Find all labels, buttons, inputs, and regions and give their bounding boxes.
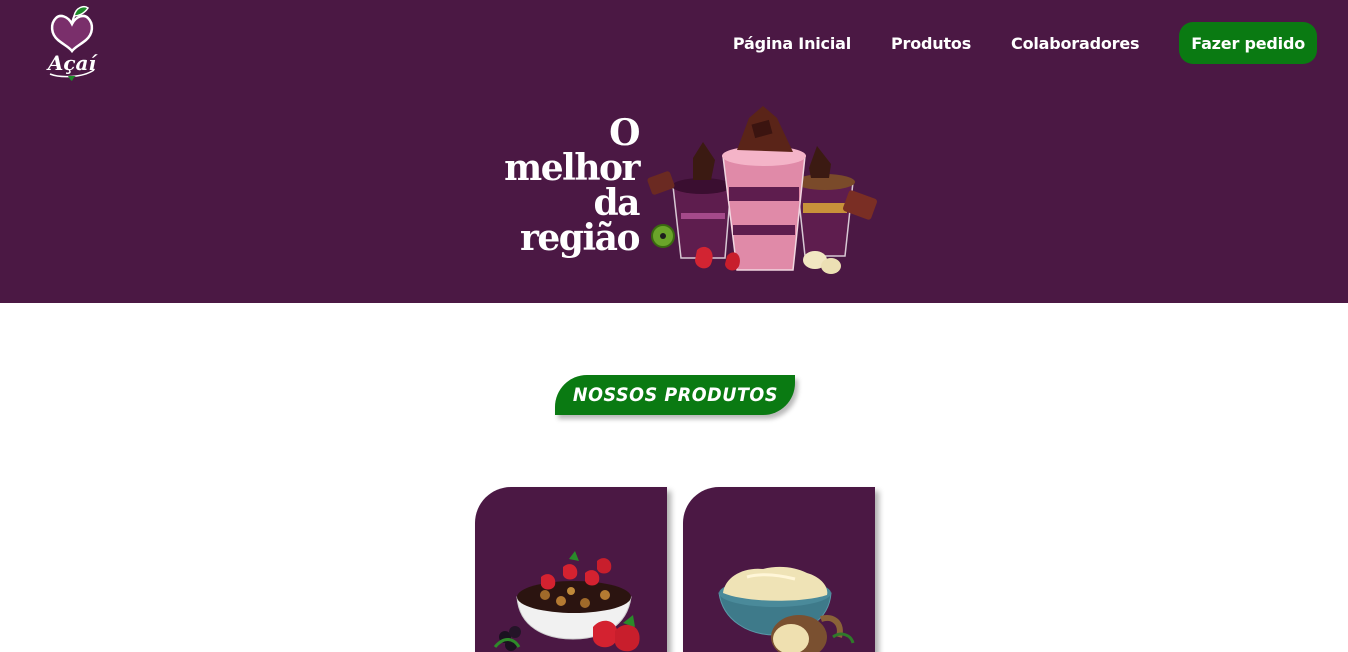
nav-link-home[interactable]: Página Inicial [733,34,851,53]
nav-link-collaborators[interactable]: Colaboradores [1011,34,1139,53]
acai-logo-icon[interactable]: Açaí [38,4,106,82]
acai-bowl-with-strawberries-image [493,551,640,652]
section-title: NOSSOS PRODUTOS [572,384,778,406]
hero-title: O melhor da região [440,112,641,259]
hero-title-line: região [519,217,641,259]
product-card[interactable] [683,487,875,652]
product-card[interactable] [475,487,667,652]
section-title-badge: NOSSOS PRODUTOS [555,375,795,415]
hero-title-line: melhor [504,147,640,189]
nav-link-products[interactable]: Produtos [891,34,971,53]
hero-title-line: da [593,182,641,224]
hero-title-line: O [609,112,640,154]
hero-header: Açaí Página Inicial Produtos Colaborador… [0,0,1348,303]
cupuacu-cream-bowl-image [718,566,855,652]
main-nav: Página Inicial Produtos Colaboradores Fa… [733,22,1317,64]
acai-cups-image [647,106,878,274]
order-button[interactable]: Fazer pedido [1179,22,1317,64]
